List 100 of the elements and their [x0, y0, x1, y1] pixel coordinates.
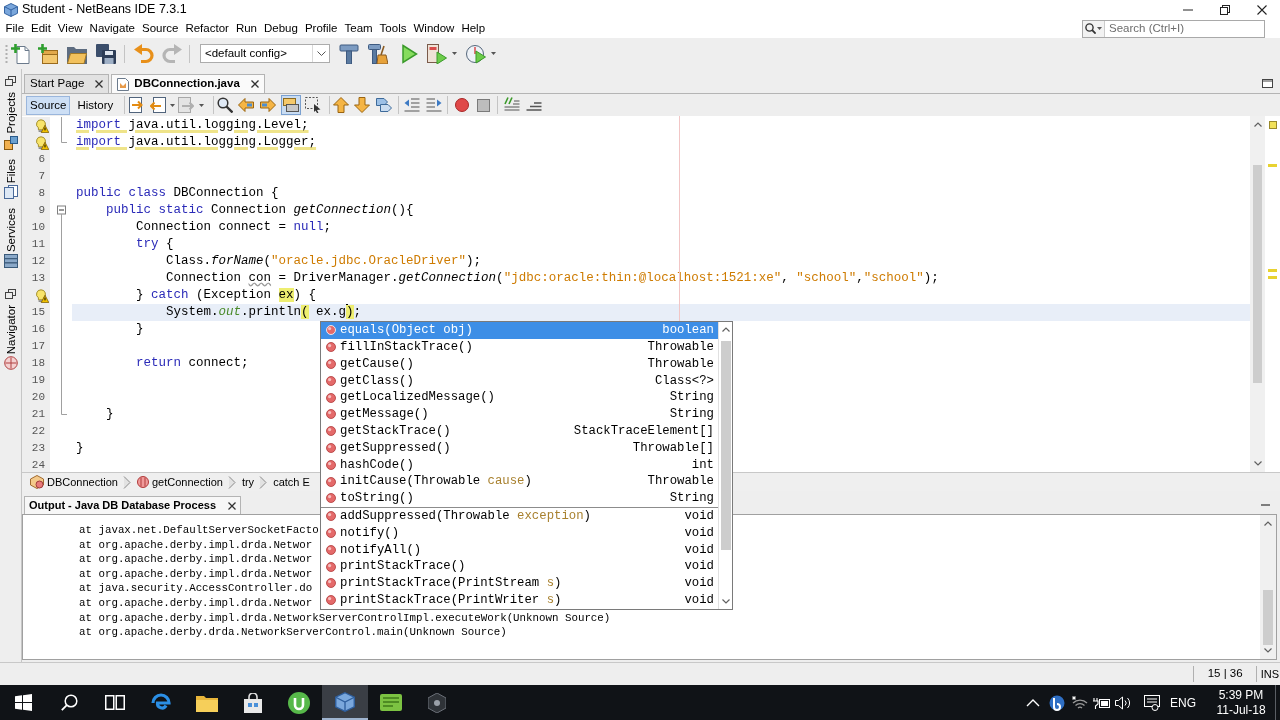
menu-item[interactable]: Refactor [181, 20, 233, 37]
tag-icon[interactable] [376, 97, 393, 113]
class-icon[interactable] [30, 475, 44, 489]
down-arrow-icon[interactable] [354, 97, 371, 113]
menu-item[interactable]: Profile [301, 20, 341, 37]
menu-item[interactable]: View [54, 20, 87, 37]
completion-item[interactable]: notify() void [321, 524, 718, 542]
caret-down-icon[interactable] [199, 103, 205, 107]
completion-item[interactable]: getClass() Class<?> [321, 372, 718, 390]
menu-item[interactable]: Run [232, 20, 261, 37]
close-icon[interactable] [250, 80, 259, 88]
hammer-broom-icon[interactable] [368, 43, 388, 64]
restore-icon[interactable] [5, 76, 16, 86]
shopping-bag-icon[interactable] [244, 692, 262, 713]
completion-item[interactable]: getLocalizedMessage() String [321, 389, 718, 406]
close-icon[interactable] [228, 501, 237, 510]
search-icon[interactable] [1085, 23, 1096, 34]
new-file-icon[interactable] [11, 43, 31, 64]
output-tab[interactable]: Output - Java DB Database Process [24, 496, 242, 514]
browser-icon[interactable] [151, 692, 171, 713]
compass-icon[interactable] [3, 356, 18, 371]
collapse-icon[interactable] [56, 202, 66, 219]
completion-item[interactable]: getMessage() String [321, 406, 718, 423]
folder-icon[interactable] [196, 693, 218, 712]
editor-tab[interactable]: DBConnection.java [111, 74, 265, 93]
menu-item[interactable]: File [2, 20, 28, 37]
view-tab[interactable]: Source [26, 95, 71, 115]
completion-item[interactable]: addSuppressed(Throwable exception) void [321, 507, 718, 525]
round-app-icon[interactable] [288, 691, 310, 714]
restore-window-icon[interactable] [1219, 4, 1230, 15]
chevron-up-icon[interactable] [721, 327, 730, 332]
method-icon[interactable] [136, 476, 149, 488]
notification-icon[interactable] [1144, 694, 1160, 711]
caret-down-icon[interactable] [170, 103, 176, 107]
completion-item[interactable]: hashCode() int [321, 456, 718, 474]
menu-item[interactable]: Team [341, 20, 377, 37]
search-field[interactable]: Search (Ctrl+I) [1082, 19, 1265, 38]
side-tab[interactable]: Files [3, 158, 18, 199]
stop-icon[interactable] [477, 98, 491, 112]
wifi-icon[interactable] [1072, 694, 1088, 711]
side-tab[interactable]: Projects [3, 92, 18, 150]
completion-item[interactable]: printStackTrace(PrintStream s) void [321, 574, 718, 592]
server-icon[interactable] [3, 253, 18, 268]
breadcrumb[interactable]: DBConnection [30, 473, 118, 491]
view-tab[interactable]: History [73, 95, 118, 115]
side-tab[interactable]: Navigator [3, 304, 18, 371]
left-arrow-icon[interactable] [238, 97, 255, 113]
close-icon[interactable] [95, 80, 104, 88]
side-tab[interactable]: Services [3, 207, 18, 268]
breadcrumb[interactable]: try [241, 473, 255, 491]
caret-down-icon[interactable] [452, 52, 457, 55]
start-icon[interactable] [14, 694, 32, 711]
menu-item[interactable]: Debug [260, 20, 302, 37]
breadcrumb[interactable]: getConnection [136, 473, 223, 491]
menu-item[interactable]: Navigate [86, 20, 139, 37]
search-icon[interactable] [217, 97, 234, 113]
configuration-dropdown[interactable]: <default config> [200, 44, 330, 63]
completion-item[interactable]: getSuppressed() Throwable[] [321, 439, 718, 457]
record-icon[interactable] [455, 98, 470, 112]
documents-icon[interactable] [3, 184, 18, 199]
language-indicator[interactable]: ENG [1170, 696, 1196, 709]
completion-item[interactable]: notifyAll() void [321, 541, 718, 559]
comment-icon[interactable] [504, 97, 521, 113]
battery-plug-icon[interactable] [1093, 695, 1111, 710]
up-arrow-icon[interactable] [333, 97, 350, 113]
restore-icon[interactable] [5, 288, 16, 299]
menu-item[interactable]: Help [457, 20, 489, 37]
menu-item[interactable]: Edit [27, 20, 55, 37]
menu-item[interactable]: Window [409, 20, 458, 37]
gauge-play-icon[interactable] [466, 43, 486, 64]
floppy-disks-icon[interactable] [96, 43, 116, 64]
scrollbar[interactable] [1260, 515, 1276, 659]
hexagon-icon[interactable] [428, 692, 446, 713]
editor-tab[interactable]: Start Page [24, 74, 110, 93]
chevron-down-icon[interactable] [1264, 648, 1272, 653]
completion-item[interactable]: getCause() Throwable [321, 355, 718, 373]
menu-item[interactable]: Source [138, 20, 182, 37]
search-icon[interactable] [60, 694, 78, 711]
scroll-thumb[interactable] [1263, 590, 1273, 645]
app-tile-icon[interactable] [380, 694, 402, 711]
completion-item[interactable]: printStackTrace() void [321, 558, 718, 575]
breadcrumb[interactable]: catch E [273, 473, 310, 491]
scroll-thumb[interactable] [1253, 165, 1262, 383]
close-icon[interactable] [1256, 4, 1267, 15]
play-icon[interactable] [399, 43, 419, 64]
volume-icon[interactable] [1115, 695, 1131, 710]
selection-icon[interactable] [305, 97, 322, 113]
chevron-down-icon[interactable] [316, 51, 326, 56]
document-play-icon[interactable] [427, 43, 447, 64]
hammer-icon[interactable] [339, 43, 359, 64]
boxes-icon[interactable] [3, 135, 18, 150]
scrollbar[interactable] [1250, 116, 1265, 472]
new-project-icon[interactable] [38, 43, 58, 64]
scrollbar[interactable] [718, 322, 732, 609]
completion-item[interactable]: fillInStackTrace() Throwable [321, 338, 718, 356]
menu-item[interactable]: Tools [376, 20, 410, 37]
chevron-down-icon[interactable] [721, 598, 730, 604]
completion-item[interactable]: initCause(Throwable cause) Throwable [321, 473, 718, 490]
maximize-icon[interactable] [1262, 79, 1273, 88]
cube-icon[interactable] [335, 691, 355, 712]
